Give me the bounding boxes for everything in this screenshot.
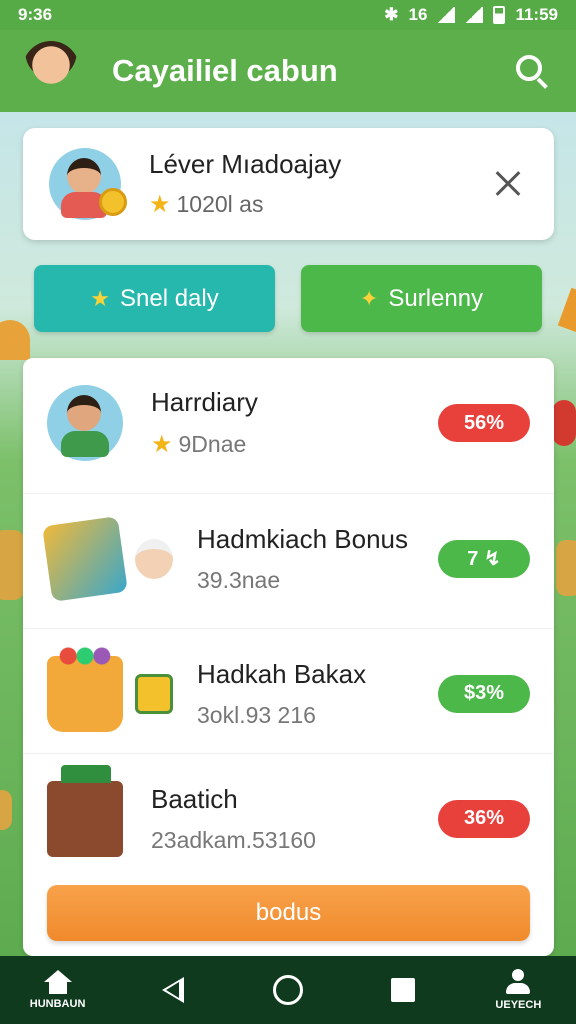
star-icon: ★ xyxy=(149,191,171,218)
background-decoration xyxy=(552,400,576,446)
list-item-title: Baatich xyxy=(151,783,238,814)
list-item-subtitle: 39.3nae xyxy=(197,567,438,594)
star-icon: ★ xyxy=(90,285,110,311)
list-item-text: Baatich 23adkam.53160 xyxy=(151,784,438,854)
daily-button[interactable]: ★ Snel daly xyxy=(34,265,275,332)
coin-stack-icon xyxy=(135,673,173,714)
gift-box-icon xyxy=(42,515,128,602)
app-title: Cayailiel cabun xyxy=(112,53,338,88)
user-icon xyxy=(504,969,532,995)
profile-stat-value: 1020l as xyxy=(176,191,264,217)
status-icons: ✱ 16 11:59 xyxy=(384,5,558,25)
status-right-time: 11:59 xyxy=(515,5,558,24)
app-header: Cayailiel cabun xyxy=(0,30,576,112)
navigation-bar: HUNBAUN UEYECH xyxy=(0,956,576,1024)
profile-avatar xyxy=(49,148,127,220)
search-button[interactable] xyxy=(510,49,554,93)
character-avatar xyxy=(47,385,123,461)
status-bar: 9:36 ✱ 16 11:59 xyxy=(0,0,576,30)
list-item-subtitle-value: 23adkam.53160 xyxy=(151,826,316,853)
status-indicator: 16 xyxy=(408,5,428,24)
list-item-title: Hadmkiach Bonus xyxy=(197,523,408,554)
avatar-face xyxy=(67,395,101,431)
chef-icon xyxy=(135,538,173,579)
percent-badge[interactable]: 36% xyxy=(438,799,530,838)
nav-profile-label: UEYECH xyxy=(495,999,542,1011)
close-button[interactable] xyxy=(488,164,528,204)
status-time: 9:36 xyxy=(18,5,53,24)
nav-home-button[interactable] xyxy=(243,975,333,1005)
avatar[interactable] xyxy=(22,41,80,101)
nav-profile-tab[interactable]: UEYECH xyxy=(473,969,563,1011)
list-item-text: Hadmkiach Bonus 39.3nae xyxy=(197,524,438,594)
list-item-subtitle-value: 9Dnae xyxy=(178,431,247,457)
nav-home-label: HUNBAUN xyxy=(29,998,86,1010)
list-item-text: Harrdiary ★ 9Dnae xyxy=(151,387,438,459)
surlenny-button-label: Surlenny xyxy=(388,284,484,312)
avatar-body xyxy=(61,431,109,457)
list-item[interactable]: Hadkah Bakax 3okl.93 216 $3% xyxy=(23,628,554,758)
coin-icon xyxy=(99,188,127,216)
house-icon xyxy=(43,970,72,994)
star-icon: ★ xyxy=(151,431,173,458)
list-item[interactable]: Baatich 23adkam.53160 36% xyxy=(23,753,554,883)
background-decoration xyxy=(557,287,576,333)
background-decoration xyxy=(0,530,24,600)
list-item-subtitle-value: 39.3nae xyxy=(197,566,281,593)
background-decoration xyxy=(0,320,30,360)
fruit-basket-icon xyxy=(47,645,123,732)
background-decoration xyxy=(0,790,12,830)
list-item-title: Hadkah Bakax xyxy=(197,658,367,689)
profile-name: Léver Mıadoajay xyxy=(149,149,342,179)
battery-icon xyxy=(493,6,506,24)
bluetooth-icon: ✱ xyxy=(384,5,399,24)
avatar-face xyxy=(67,158,101,194)
bonus-button[interactable]: bodus xyxy=(47,885,530,941)
nav-back-button[interactable] xyxy=(128,977,218,1003)
sparkle-icon: ✦ xyxy=(359,285,379,311)
bonus-badge[interactable]: 7 ↯ xyxy=(438,539,530,578)
list-item-text: Hadkah Bakax 3okl.93 216 xyxy=(197,659,438,729)
home-circle-icon xyxy=(272,975,303,1005)
list-item-subtitle: 3okl.93 216 xyxy=(197,702,438,729)
list-item-subtitle: 23adkam.53160 xyxy=(151,827,438,854)
list-item[interactable]: Harrdiary ★ 9Dnae 56% xyxy=(23,358,554,488)
surlenny-button[interactable]: ✦ Surlenny xyxy=(301,265,542,332)
market-cart-icon xyxy=(47,764,123,857)
nav-recents-button[interactable] xyxy=(358,978,448,1002)
back-icon xyxy=(161,977,184,1003)
recents-icon xyxy=(391,978,416,1002)
daily-button-label: Snel daly xyxy=(120,284,219,312)
search-icon-handle xyxy=(536,77,548,89)
profile-card: Léver Mıadoajay ★ 1020l as xyxy=(23,128,554,240)
signal-icon xyxy=(465,7,484,23)
list-item[interactable]: Hadmkiach Bonus 39.3nae 7 ↯ xyxy=(23,493,554,623)
profile-stat: ★ 1020l as xyxy=(149,190,488,219)
list-item-subtitle-value: 3okl.93 216 xyxy=(197,701,316,728)
nav-home-tab[interactable]: HUNBAUN xyxy=(13,970,103,1010)
price-badge[interactable]: $3% xyxy=(438,674,530,713)
list-item-title: Harrdiary xyxy=(151,387,258,417)
percent-badge[interactable]: 56% xyxy=(438,404,530,442)
background-decoration xyxy=(556,540,576,596)
list-item-subtitle: ★ 9Dnae xyxy=(151,430,438,459)
profile-text: Léver Mıadoajay ★ 1020l as xyxy=(149,149,488,219)
rewards-list: Harrdiary ★ 9Dnae 56% Hadmkiach Bonus 39… xyxy=(23,358,554,956)
wifi-icon xyxy=(437,7,456,23)
